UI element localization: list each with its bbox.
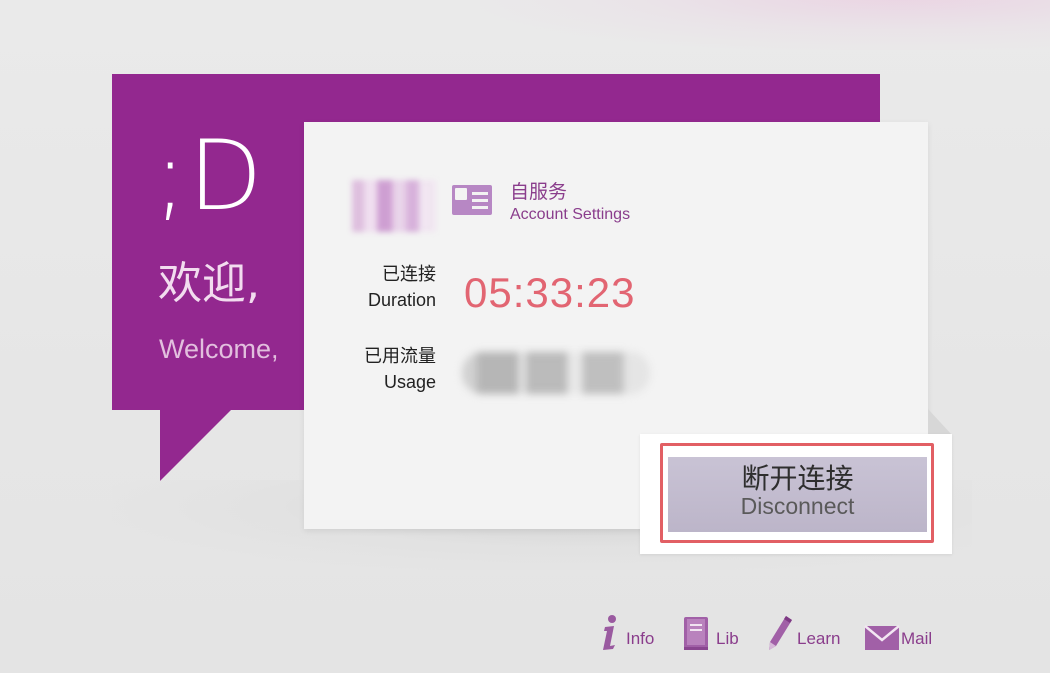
pencil-icon (769, 616, 792, 650)
footer-link-learn-label: Learn (797, 629, 841, 648)
account-settings-link-cn[interactable]: 自服务 (510, 183, 567, 202)
duration-label-cn: 已连接 (382, 264, 436, 285)
disconnect-button[interactable]: 断开连接 Disconnect (668, 457, 927, 532)
info-icon (603, 615, 616, 650)
background-glow (480, 0, 1050, 50)
smiley-emoticon: ;D (154, 120, 265, 232)
disconnect-label-en: Disconnect (740, 493, 855, 519)
usage-label-en: Usage (383, 372, 436, 392)
mail-icon (864, 625, 900, 650)
usage-value-blurred (462, 352, 650, 394)
usage-label-cn: 已用流量 (364, 346, 436, 367)
footer-link-info[interactable]: Info (598, 612, 654, 652)
footer-link-info-label: Info (626, 629, 655, 648)
footer-link-lib-label: Lib (716, 629, 739, 648)
speech-bubble-tail (160, 409, 232, 481)
duration-label-en: Duration (367, 290, 436, 310)
welcome-title-cn: 欢迎, (158, 258, 260, 309)
username-blurred (352, 180, 436, 232)
footer-link-learn[interactable]: Learn (766, 612, 840, 652)
footer-link-mail[interactable]: Mail (864, 612, 932, 652)
footer-link-lib[interactable]: Lib (682, 612, 739, 652)
account-settings-link-en[interactable]: Account Settings (510, 207, 630, 223)
duration-value: 05:33:23 (464, 269, 636, 316)
book-icon (684, 617, 708, 650)
welcome-title-en: Welcome, (159, 334, 279, 364)
card-fold-shadow (928, 409, 952, 435)
disconnect-label-cn: 断开连接 (741, 463, 854, 494)
footer-link-mail-label: Mail (901, 629, 933, 648)
account-card-icon[interactable] (452, 185, 492, 215)
